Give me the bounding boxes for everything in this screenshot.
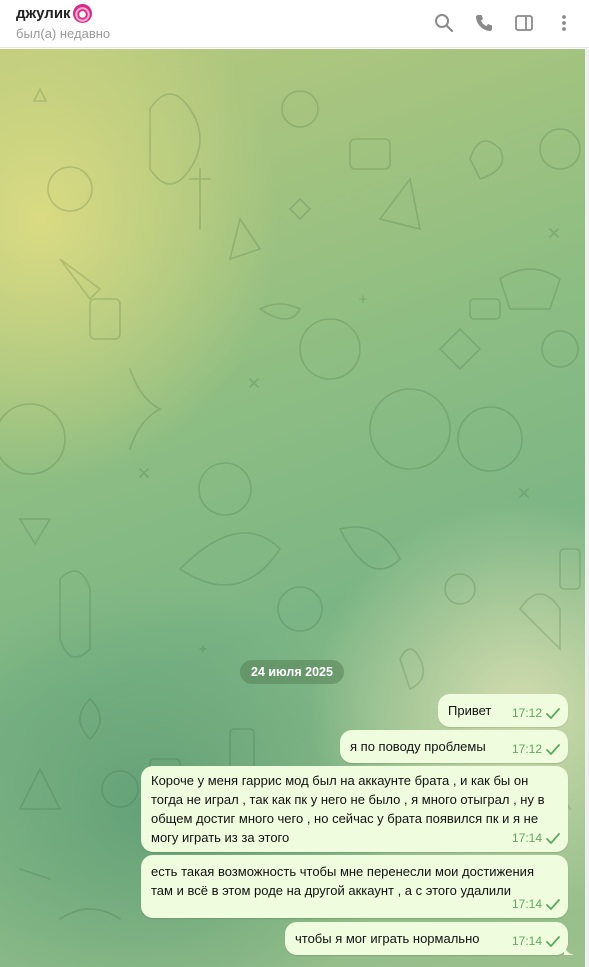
message-meta: 17:14: [512, 932, 560, 951]
message-text: Короче у меня гаррис мод был на аккаунте…: [151, 773, 545, 845]
scrollbar[interactable]: [585, 49, 589, 967]
chat-status: был(а) недавно: [16, 26, 111, 41]
message-time: 17:12: [511, 706, 542, 720]
heart-emoji-icon: [72, 4, 92, 23]
chat-title[interactable]: джулик: [16, 4, 92, 23]
message-bubble[interactable]: чтобы я мог играть нормально 17:14: [285, 922, 574, 955]
message-bubble[interactable]: Короче у меня гаррис мод был на аккаунте…: [141, 766, 568, 852]
message-bubble[interactable]: Привет 17:12: [438, 694, 568, 727]
message-meta: 17:14: [512, 829, 560, 848]
header-actions: [433, 12, 575, 34]
message-time: 17:12: [511, 742, 542, 756]
message-time: 17:14: [511, 831, 542, 845]
chat-background: 24 июля 2025 Привет 17:12 я по поводу пр…: [0, 49, 585, 967]
chat-header: джулик был(а) недавно: [0, 0, 589, 48]
check-icon: [546, 936, 560, 947]
sidebar-toggle-icon[interactable]: [513, 12, 535, 34]
check-icon: [546, 833, 560, 844]
bubble-tail-icon: [564, 943, 574, 955]
message-meta: 17:12: [512, 704, 560, 723]
check-icon: [546, 899, 560, 910]
message-time: 17:14: [511, 934, 542, 948]
phone-icon[interactable]: [473, 12, 495, 34]
message-bubble[interactable]: я по поводу проблемы 17:12: [340, 730, 568, 763]
check-icon: [546, 708, 560, 719]
message-time: 17:14: [511, 897, 542, 911]
message-bubble[interactable]: есть такая возможность чтобы мне перенес…: [141, 855, 568, 918]
message-meta: 17:12: [512, 740, 560, 759]
more-vertical-icon[interactable]: [553, 12, 575, 34]
date-separator: 24 июля 2025: [240, 660, 344, 684]
message-meta: 17:14: [512, 895, 560, 914]
chat-title-text: джулик: [16, 5, 71, 22]
search-icon[interactable]: [433, 12, 455, 34]
check-icon: [546, 744, 560, 755]
message-text: есть такая возможность чтобы мне перенес…: [151, 864, 534, 898]
